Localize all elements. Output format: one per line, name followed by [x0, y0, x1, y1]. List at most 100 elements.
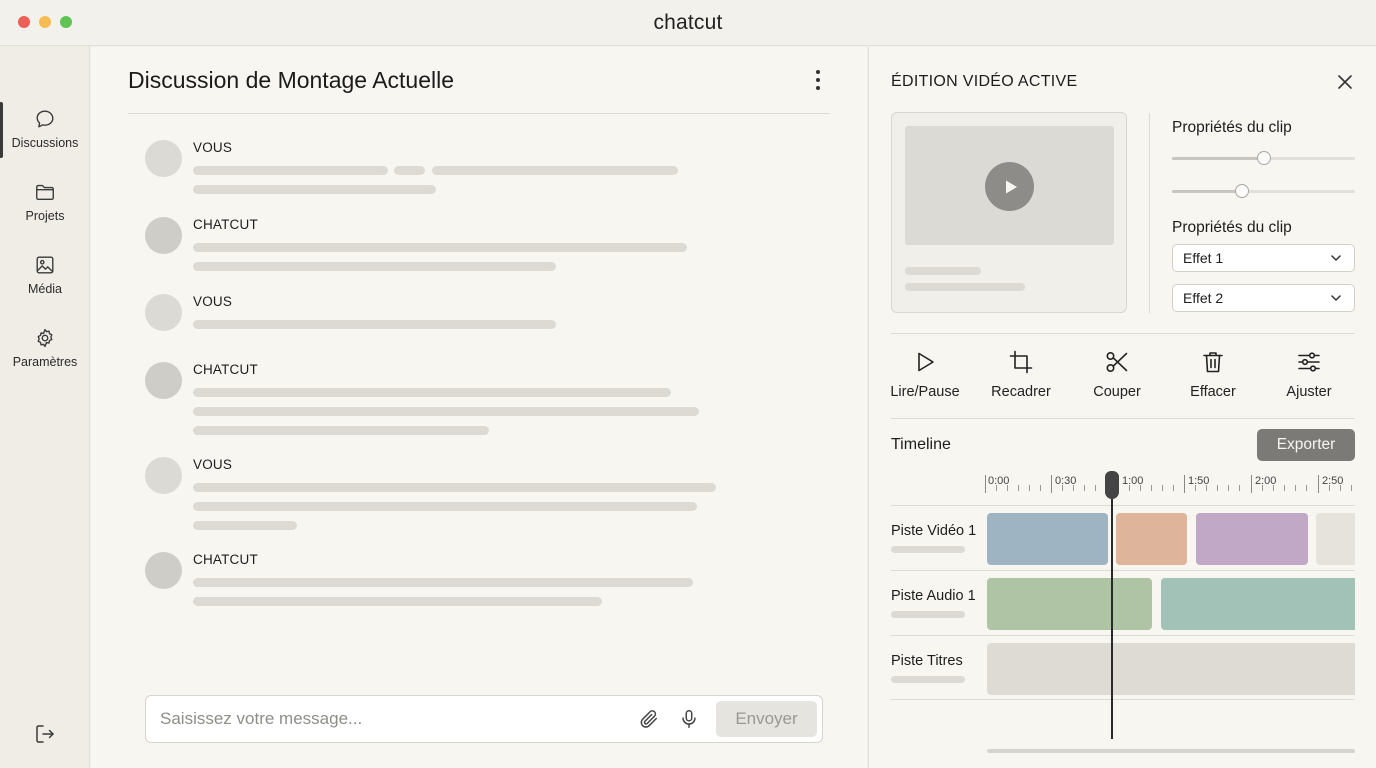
send-button[interactable]: Envoyer [716, 701, 817, 737]
tool-label: Recadrer [991, 384, 1051, 400]
message-text-placeholder [193, 407, 699, 416]
sliders-icon [1298, 352, 1320, 372]
chevron-down-icon [1331, 255, 1341, 261]
editor-title: ÉDITION VIDÉO ACTIVE [891, 73, 1078, 90]
preview-text-placeholder [905, 267, 981, 275]
message-text-placeholder [193, 597, 602, 606]
sidebar-item-projets[interactable]: Projets [0, 171, 90, 233]
delete-button[interactable]: Effacer [1168, 349, 1258, 400]
effect-select-value: Effet 1 [1183, 250, 1224, 266]
logout-icon[interactable] [33, 722, 57, 746]
divider [891, 418, 1355, 419]
microphone-icon [682, 710, 696, 728]
message-text-placeholder [193, 320, 556, 329]
sidebar-item-label: Projets [25, 209, 65, 223]
message-text-placeholder [193, 578, 693, 587]
folder-icon [36, 184, 54, 201]
chevron-down-icon [1331, 295, 1341, 301]
chat-title: Discussion de Montage Actuelle [128, 66, 455, 93]
slider-thumb[interactable] [1234, 184, 1249, 198]
avatar [145, 217, 182, 254]
track-label: Piste Titres [891, 653, 963, 669]
video-editor-panel: ÉDITION VIDÉO ACTIVE Propriétés du clip … [868, 47, 1376, 768]
video-clip[interactable] [1116, 513, 1187, 565]
clip-property-slider-1[interactable] [1172, 151, 1355, 165]
track-sub-placeholder [891, 676, 965, 683]
crop-button[interactable]: Recadrer [976, 349, 1066, 400]
slider-thumb[interactable] [1256, 151, 1271, 165]
close-icon[interactable] [1336, 73, 1354, 91]
tool-label: Effacer [1190, 384, 1236, 400]
sidebar-item-label: Paramètres [12, 355, 78, 369]
message-sender: CHATCUT [193, 552, 258, 567]
more-options-icon[interactable] [808, 68, 828, 92]
video-clip[interactable] [1316, 513, 1355, 565]
message-text-placeholder [193, 262, 556, 271]
audio-clip[interactable] [1161, 578, 1355, 630]
timeline-ruler[interactable]: 0:00 0:30 1:00 1:50 2:00 2:50 [985, 471, 1355, 497]
preview-play-button[interactable] [985, 162, 1034, 211]
sidebar-item-media[interactable]: Média [0, 244, 90, 306]
video-clip[interactable] [987, 513, 1108, 565]
timeline-scrollbar[interactable] [987, 749, 1355, 753]
preview-screen [905, 126, 1114, 245]
message-text-placeholder [193, 243, 687, 252]
effect-select-2[interactable]: Effet 2 [1172, 284, 1355, 312]
avatar [145, 552, 182, 589]
microphone-button[interactable] [676, 706, 702, 732]
message-text-placeholder [193, 502, 697, 511]
message-text-placeholder [193, 166, 388, 175]
clip-property-slider-2[interactable] [1172, 184, 1355, 198]
message-text-placeholder [193, 388, 671, 397]
close-window-button[interactable] [18, 16, 30, 28]
play-pause-button[interactable]: Lire/Pause [880, 349, 970, 400]
video-preview [891, 112, 1127, 313]
gear-icon [37, 328, 53, 348]
message-text-placeholder [193, 426, 489, 435]
video-clip[interactable] [1196, 513, 1308, 565]
avatar [145, 294, 182, 331]
divider [891, 333, 1355, 334]
sidebar-item-label: Discussions [11, 136, 79, 150]
audio-clip[interactable] [987, 578, 1152, 630]
divider [1149, 113, 1150, 313]
message-sender: VOUS [193, 457, 233, 472]
scissors-icon [1106, 351, 1128, 373]
sidebar-item-discussions[interactable]: Discussions [0, 98, 90, 160]
minimize-window-button[interactable] [39, 16, 51, 28]
track-video-1: Piste Vidéo 1 [891, 505, 1355, 570]
playhead-handle[interactable] [1105, 471, 1119, 499]
message-composer: Envoyer [145, 695, 823, 743]
image-icon [36, 256, 54, 274]
sidebar-item-parametres[interactable]: Paramètres [0, 317, 90, 379]
chat-bubble-icon [36, 110, 54, 128]
title-bar: chatcut [0, 0, 1376, 46]
message-sender: CHATCUT [193, 217, 258, 232]
preview-text-placeholder [905, 283, 1025, 291]
crop-icon [1009, 350, 1033, 374]
cut-button[interactable]: Couper [1072, 349, 1162, 400]
track-sub-placeholder [891, 546, 965, 553]
sidebar-item-label: Média [27, 282, 63, 296]
message-input[interactable] [146, 696, 636, 742]
title-clip[interactable] [987, 643, 1355, 695]
attach-button[interactable] [636, 706, 662, 732]
message-sender: VOUS [193, 294, 233, 309]
export-button[interactable]: Exporter [1257, 429, 1355, 461]
playhead-line [1111, 475, 1113, 739]
zoom-window-button[interactable] [60, 16, 72, 28]
avatar [145, 362, 182, 399]
message-text-placeholder [193, 483, 716, 492]
message-text-placeholder [193, 185, 436, 194]
timeline-title: Timeline [891, 436, 951, 453]
adjust-button[interactable]: Ajuster [1264, 349, 1354, 400]
effect-select-1[interactable]: Effet 1 [1172, 244, 1355, 272]
tool-label: Couper [1093, 384, 1141, 400]
effect-select-value: Effet 2 [1183, 290, 1224, 306]
tool-label: Lire/Pause [890, 384, 960, 400]
paperclip-icon [640, 710, 658, 728]
track-sub-placeholder [891, 611, 965, 618]
app-title: chatcut [653, 10, 723, 34]
play-icon [918, 352, 934, 372]
clip-properties-title: Propriétés du clip [1172, 119, 1292, 136]
